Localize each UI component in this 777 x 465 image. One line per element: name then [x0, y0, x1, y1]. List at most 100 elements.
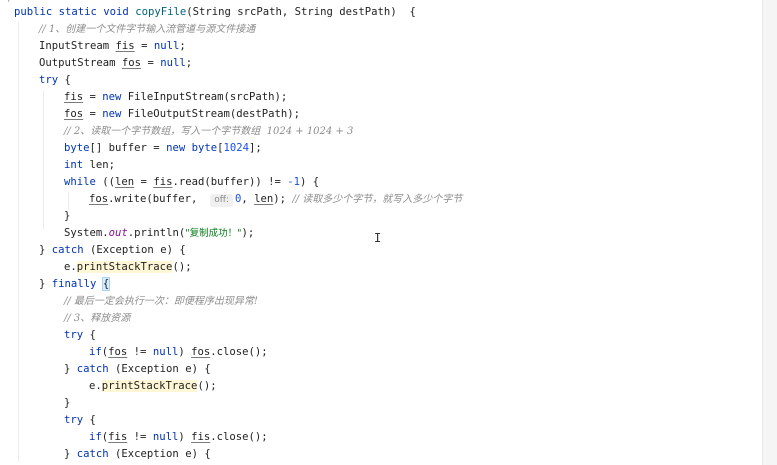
number-literal: 1024	[223, 142, 249, 154]
keyword-null: null	[152, 431, 179, 443]
paren: ((	[95, 176, 116, 188]
paren: );	[241, 227, 255, 239]
brace: {	[58, 74, 71, 86]
code-line-method-signature[interactable]: public static void copyFile(String srcPa…	[14, 4, 762, 21]
code-line-if-fos[interactable]: if(fos != null) fos.close();	[14, 344, 762, 361]
code-line-try-2[interactable]: try {	[14, 327, 762, 344]
brace: {	[83, 414, 96, 426]
comment-text: // 3、释放资源	[64, 313, 131, 324]
comment-text: // 最后一定会执行一次：即便程序出现异常!	[64, 296, 258, 307]
code-line-stacktrace-1[interactable]: e.printStackTrace();	[14, 259, 762, 276]
code-line-write[interactable]: fos.write(buffer, off: 0, len); // 读取多少个字…	[14, 191, 762, 208]
code-line-fos-assign[interactable]: fos = new FileOutputStream(destPath);	[14, 106, 762, 123]
variable-fis: fis	[108, 431, 128, 443]
declaration-text: len;	[83, 159, 116, 171]
semicolon: ;	[179, 40, 186, 52]
code-line-outputstream-decl[interactable]: OutputStream fos = null;	[14, 55, 762, 72]
paren: )	[178, 346, 192, 358]
code-line-catch-3[interactable]: } catch (Exception e) {	[14, 446, 762, 463]
bracket: ];	[249, 142, 262, 154]
operator-text: =	[134, 40, 154, 52]
code-line-comment-3[interactable]: // 最后一定会执行一次：即便程序出现异常!	[14, 293, 762, 310]
vertical-scrollbar[interactable]	[762, 0, 777, 465]
code-lines: public static void copyFile(String srcPa…	[14, 4, 762, 463]
code-line-comment-1[interactable]: // 1、创建一个文件字节输入流管道与源文件接通	[14, 21, 762, 38]
method-name: copyFile	[135, 6, 187, 18]
code-line-stacktrace-2[interactable]: e.printStackTrace();	[14, 378, 762, 395]
code-line-close-catch-2[interactable]: }	[14, 395, 762, 412]
keyword-try: try	[39, 74, 59, 86]
keyword-if: if	[89, 431, 102, 443]
method-call: .write(buffer,	[108, 193, 211, 205]
code-line-len-decl[interactable]: int len;	[14, 157, 762, 174]
brace: }	[64, 210, 71, 222]
method-call: .read(buffer)) !=	[172, 176, 288, 188]
comma: ,	[241, 193, 255, 205]
method-printstacktrace: printStackTrace	[101, 380, 198, 392]
keyword-while: while	[64, 176, 96, 188]
code-line-fis-assign[interactable]: fis = new FileInputStream(srcPath);	[14, 89, 762, 106]
keyword-new: new	[102, 108, 122, 120]
catch-params: (Exception e) {	[83, 244, 186, 256]
variable-len: len	[115, 176, 135, 188]
partial-comment-fragment: */	[2, 0, 13, 4]
keyword-finally: finally	[51, 278, 97, 290]
operator-text: =	[141, 57, 161, 69]
comment-text: // 1、创建一个文件字节输入流管道与源文件接通	[39, 24, 256, 35]
method-params: (String srcPath, String destPath) {	[186, 6, 416, 18]
keyword-int: int	[64, 159, 84, 171]
paren: ();	[172, 261, 192, 273]
code-editor[interactable]: */ public static void copyFile(String sr…	[0, 0, 762, 465]
variable-fos: fos	[89, 193, 109, 205]
operator-text: !=	[127, 431, 153, 443]
number-literal: -1	[287, 176, 301, 188]
code-line-try[interactable]: try {	[14, 72, 762, 89]
variable-e: e.	[89, 380, 102, 392]
paren: ();	[197, 380, 217, 392]
code-line-comment-2[interactable]: // 2、读取一个字节数组，写入一个字节数组 1024 + 1024 + 3	[14, 123, 762, 140]
class-ref: System.	[64, 227, 109, 239]
keyword-modifiers: public static void	[14, 6, 136, 18]
keyword-catch: catch	[76, 363, 109, 375]
keyword-null: null	[153, 40, 180, 52]
operator-text: =	[83, 91, 103, 103]
keyword-null: null	[152, 346, 179, 358]
variable-fis: fis	[115, 40, 135, 52]
code-line-close-while[interactable]: }	[14, 208, 762, 225]
keyword-new: new	[166, 142, 186, 154]
operator-text: !=	[127, 346, 153, 358]
code-line-inputstream-decl[interactable]: InputStream fis = null;	[14, 38, 762, 55]
catch-params: (Exception e) {	[108, 448, 211, 460]
string-literal: "复制成功！"	[185, 228, 242, 239]
variable-fos: fos	[121, 57, 142, 69]
brace: }	[64, 448, 77, 460]
operator-text: =	[83, 108, 103, 120]
matched-brace: {	[101, 277, 111, 291]
code-line-if-fis[interactable]: if(fis != null) fis.close();	[14, 429, 762, 446]
code-line-while[interactable]: while ((len = fis.read(buffer)) != -1) {	[14, 174, 762, 191]
catch-params: (Exception e) {	[108, 363, 211, 375]
brace: }	[39, 244, 52, 256]
keyword-catch: catch	[51, 244, 84, 256]
code-line-comment-4[interactable]: // 3、释放资源	[14, 310, 762, 327]
constructor-call: FileOutputStream(destPath);	[121, 108, 301, 120]
brace: }	[64, 363, 77, 375]
variable-fos: fos	[108, 346, 128, 358]
code-line-catch-1[interactable]: } catch (Exception e) {	[14, 242, 762, 259]
variable-fis: fis	[191, 431, 211, 443]
variable-len: len	[254, 193, 274, 205]
code-line-println[interactable]: System.out.println("复制成功！");	[14, 225, 762, 242]
semicolon: ;	[185, 57, 193, 69]
declaration-text: [] buffer =	[89, 142, 167, 154]
code-line-catch-2[interactable]: } catch (Exception e) {	[14, 361, 762, 378]
paren: )	[178, 431, 192, 443]
code-line-try-3[interactable]: try {	[14, 412, 762, 429]
variable-fos: fos	[191, 346, 211, 358]
comment-text: // 读取多少个字节，就写入多少个字节	[292, 194, 463, 205]
code-line-buffer-decl[interactable]: byte[] buffer = new byte[1024];	[14, 140, 762, 157]
code-line-finally[interactable]: } finally {	[14, 276, 762, 293]
keyword-byte: byte	[185, 142, 218, 154]
keyword-try: try	[64, 329, 84, 341]
variable-fos: fos	[64, 108, 84, 120]
